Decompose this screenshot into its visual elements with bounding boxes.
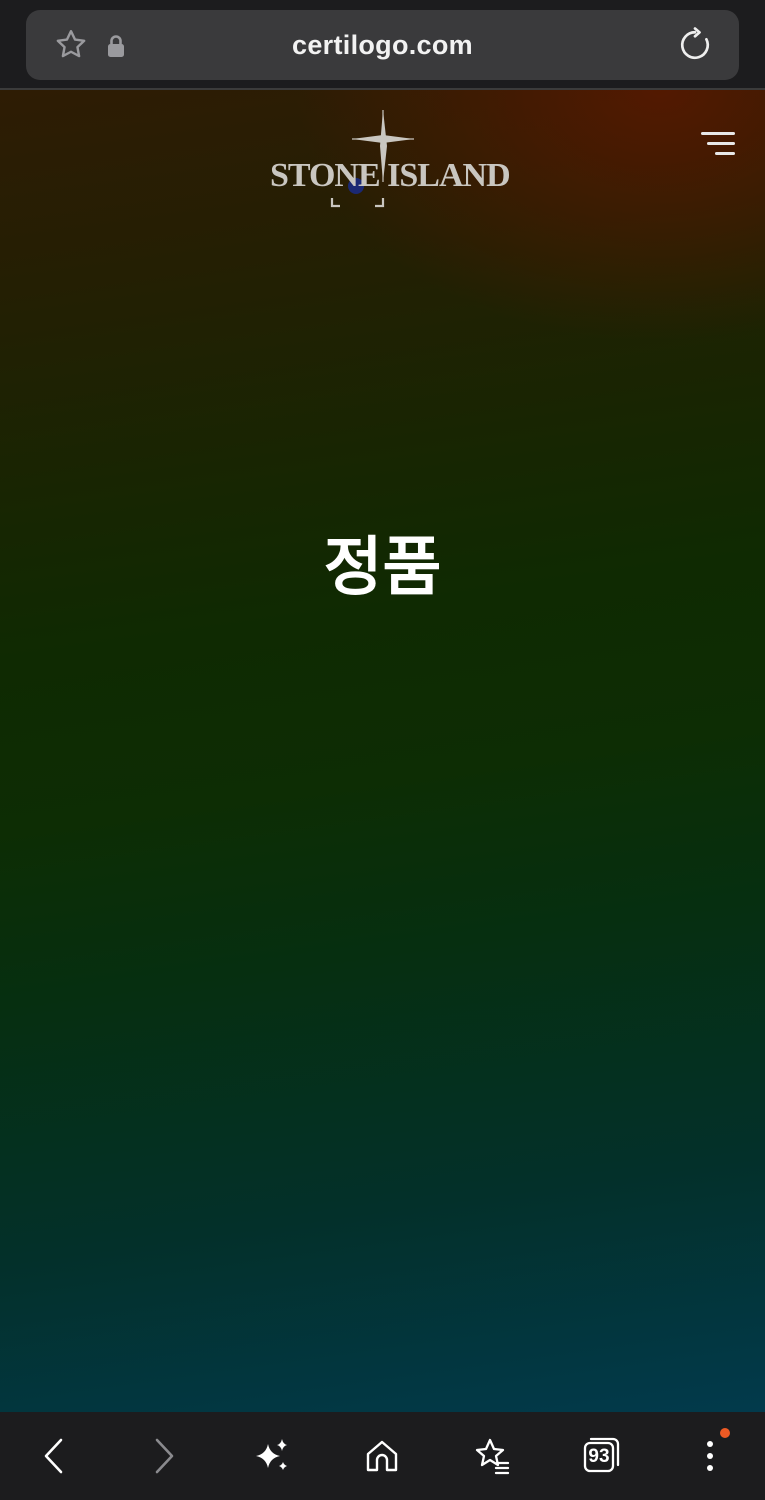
bookmarks-button[interactable]: [470, 1434, 514, 1478]
ai-assist-button[interactable]: [250, 1434, 294, 1478]
home-button[interactable]: [360, 1434, 404, 1478]
authentication-result-title: 정품: [323, 531, 442, 605]
hamburger-menu-icon[interactable]: [699, 130, 735, 156]
browser-toolbar: certilogo.com: [0, 0, 765, 88]
more-button[interactable]: [688, 1428, 732, 1478]
tabs-button[interactable]: 93: [580, 1434, 624, 1478]
url-text[interactable]: certilogo.com: [26, 10, 739, 80]
chevron-right-icon: [155, 1438, 174, 1474]
browser-bottom-nav: 93: [0, 1412, 765, 1500]
home-icon: [366, 1440, 398, 1472]
star-list-icon: [475, 1438, 510, 1475]
vertical-dots-icon: [707, 1441, 713, 1471]
notification-dot: [720, 1428, 730, 1438]
sparkles-icon: [256, 1439, 287, 1470]
logo-wordmark: STONE ISLAND: [270, 157, 511, 194]
reload-icon[interactable]: [677, 27, 713, 63]
stone-island-logo[interactable]: STONE ISLAND: [270, 106, 511, 216]
back-button[interactable]: [32, 1434, 76, 1478]
web-page: STONE ISLAND 정품: [0, 88, 765, 1412]
tab-count: 93: [588, 1446, 610, 1467]
forward-button[interactable]: [142, 1434, 186, 1478]
address-bar[interactable]: certilogo.com: [26, 10, 739, 80]
chevron-left-icon: [44, 1438, 63, 1474]
